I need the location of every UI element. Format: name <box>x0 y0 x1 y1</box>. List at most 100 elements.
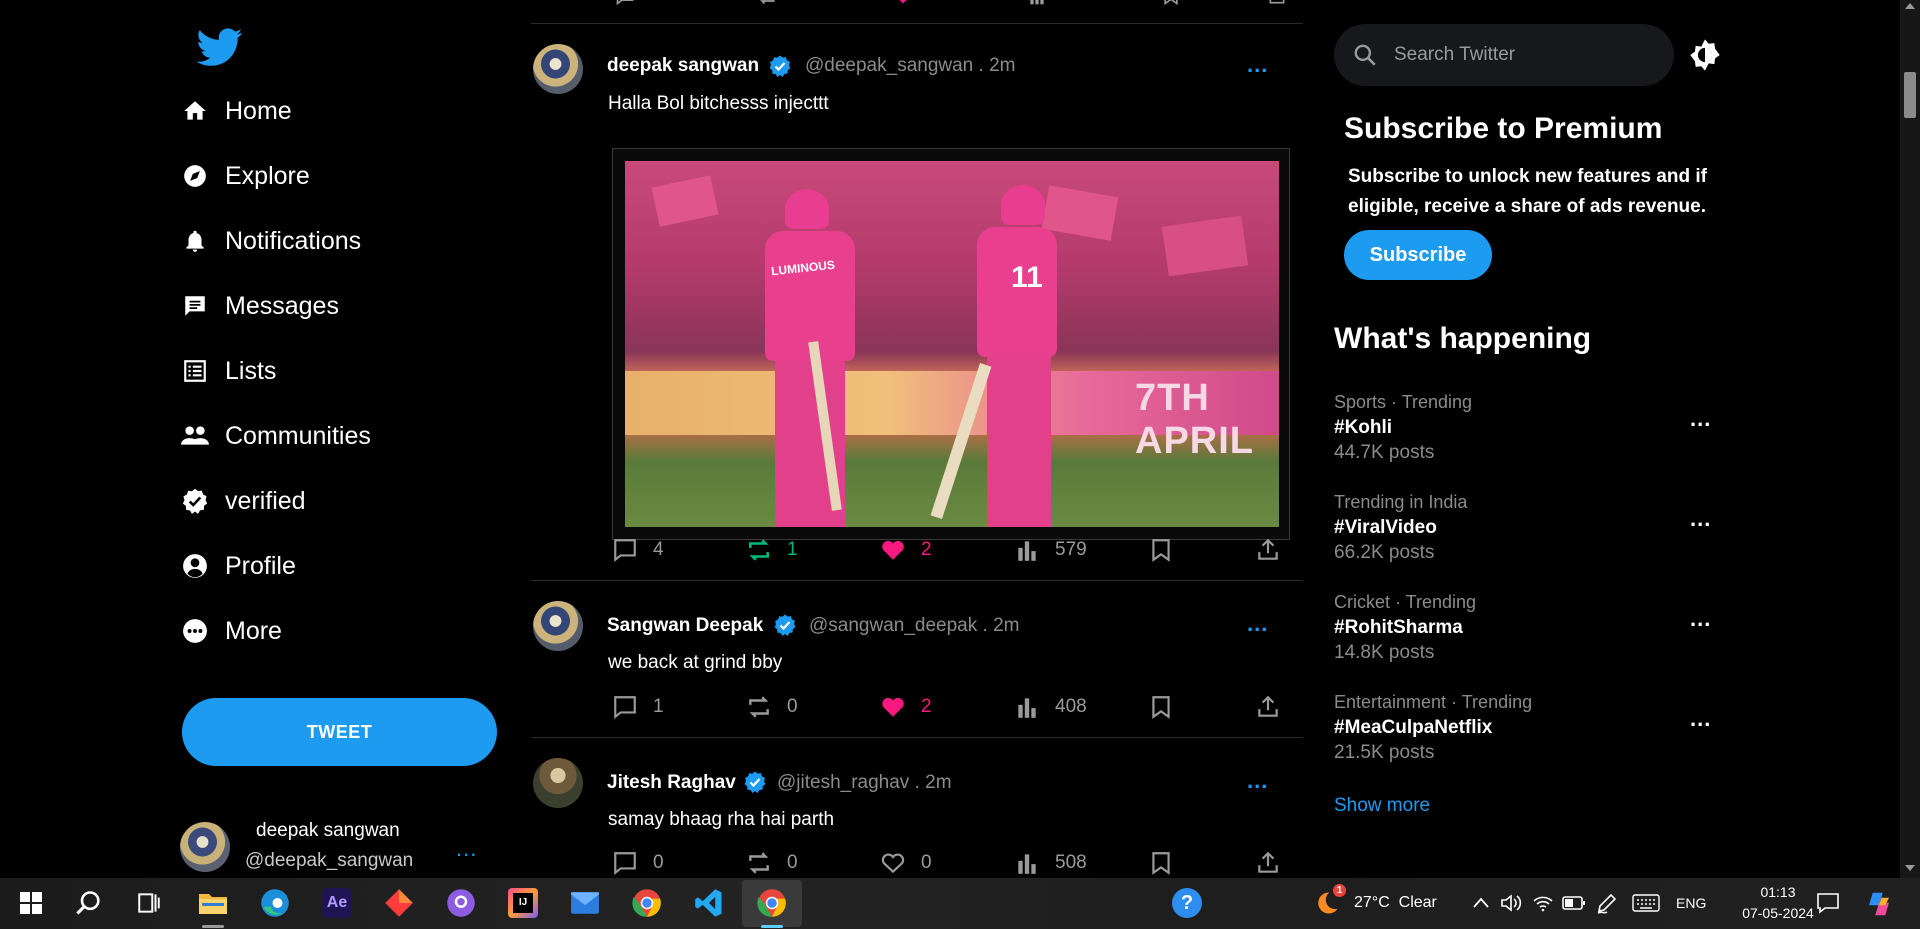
nav-verified-label: verified <box>225 486 306 515</box>
share-action[interactable] <box>1254 536 1282 564</box>
views-action[interactable]: 408 <box>1013 693 1087 721</box>
mail-icon[interactable] <box>570 888 600 918</box>
nav-communities-label: Communities <box>225 421 371 450</box>
tweet-avatar[interactable] <box>533 44 583 94</box>
jersey-text: LUMINOUS <box>770 257 836 279</box>
account-more-button[interactable]: ... <box>456 836 477 862</box>
bookmark-action[interactable] <box>1147 849 1175 877</box>
tweet-author-name[interactable]: Sangwan Deepak <box>607 615 763 637</box>
tweet-2[interactable]: Sangwan Deepak @sangwan_deepak . 2m ... … <box>531 581 1303 737</box>
account-avatar[interactable] <box>180 822 230 872</box>
nav-home[interactable]: Home <box>180 87 292 135</box>
speaker-icon[interactable] <box>1500 893 1522 913</box>
nav-profile[interactable]: Profile <box>180 542 296 590</box>
nav-verified[interactable]: verified <box>180 477 306 525</box>
like-action[interactable]: 0 <box>879 849 932 877</box>
task-view-icon[interactable] <box>134 888 164 918</box>
file-explorer-icon[interactable] <box>198 888 228 918</box>
views-icon <box>1018 698 1036 718</box>
trend-item[interactable]: Sports · Trending #Kohli 44.7K posts ... <box>1334 392 1744 482</box>
notification-center-icon[interactable] <box>1816 892 1840 914</box>
tweet-media[interactable]: 7TH APRIL LUMINOUS 11 <box>612 148 1290 540</box>
tweet-author-name[interactable]: deepak sangwan <box>607 55 759 77</box>
retweet-action[interactable]: 0 <box>745 693 798 721</box>
retweet-action[interactable]: 1 <box>745 536 798 564</box>
weather-text[interactable]: 27°C Clear <box>1354 894 1437 912</box>
app-red-icon[interactable] <box>384 888 414 918</box>
wifi-icon[interactable] <box>1532 893 1554 913</box>
views-action[interactable]: 579 <box>1013 536 1087 564</box>
trend-more-button[interactable]: ... <box>1690 506 1711 532</box>
flag-shape <box>651 175 719 227</box>
reply-icon <box>614 539 636 563</box>
help-label: ? <box>1180 891 1194 914</box>
nav-lists[interactable]: Lists <box>180 347 276 395</box>
pen-icon[interactable] <box>1596 892 1618 914</box>
tweet-button[interactable]: TWEET <box>182 698 497 766</box>
nav-notifications[interactable]: Notifications <box>180 217 361 265</box>
nav-more[interactable]: More <box>180 607 282 655</box>
search-icon[interactable] <box>74 888 104 918</box>
page-scrollbar[interactable] <box>1900 0 1920 878</box>
trend-more-button[interactable]: ... <box>1690 606 1711 632</box>
nav-explore[interactable]: Explore <box>180 152 310 200</box>
chevron-up-icon[interactable] <box>1472 896 1490 910</box>
github-icon[interactable] <box>446 888 476 918</box>
tweet-avatar[interactable] <box>533 758 583 808</box>
vscode-icon[interactable] <box>694 888 724 918</box>
share-action[interactable] <box>1254 693 1282 721</box>
tweet-1[interactable]: deepak sangwan @deepak_sangwan . 2m ... … <box>531 24 1303 580</box>
scroll-up-arrow-icon[interactable] <box>1905 3 1915 9</box>
trend-item[interactable]: Cricket · Trending #RohitSharma 14.8K po… <box>1334 592 1744 682</box>
tweet-3[interactable]: Jitesh Raghav @jitesh_raghav . 2m ... sa… <box>531 738 1303 878</box>
bookmark-action[interactable] <box>1147 536 1175 564</box>
tweet-handle[interactable]: @jitesh_raghav . 2m <box>777 772 952 794</box>
after-effects-icon[interactable]: Ae <box>322 888 352 918</box>
tweet-photo[interactable]: 7TH APRIL LUMINOUS 11 <box>625 161 1279 527</box>
trend-item[interactable]: Trending in India #ViralVideo 66.2K post… <box>1334 492 1744 582</box>
search-box[interactable] <box>1334 24 1674 86</box>
edge-icon[interactable] <box>260 888 290 918</box>
tweet-avatar[interactable] <box>533 601 583 651</box>
trend-item[interactable]: Entertainment · Trending #MeaCulpaNetfli… <box>1334 692 1744 782</box>
tweet-more-button[interactable]: ... <box>1247 611 1268 637</box>
tweet-more-button[interactable]: ... <box>1247 52 1268 78</box>
tweet-author-name[interactable]: Jitesh Raghav <box>607 772 736 794</box>
trend-more-button[interactable]: ... <box>1690 406 1711 432</box>
scroll-down-arrow-icon[interactable] <box>1905 865 1915 871</box>
theme-toggle-icon[interactable] <box>1688 38 1722 72</box>
views-action[interactable]: 508 <box>1013 849 1087 877</box>
scrollbar-thumb[interactable] <box>1904 72 1916 118</box>
tweet-handle[interactable]: @sangwan_deepak . 2m <box>809 615 1019 637</box>
intellij-icon[interactable]: IJ <box>508 888 538 918</box>
tweet-handle[interactable]: @deepak_sangwan . 2m <box>805 55 1015 77</box>
share-action[interactable] <box>1254 849 1282 877</box>
copilot-icon[interactable] <box>1864 889 1894 919</box>
subscribe-button[interactable]: Subscribe <box>1344 230 1492 280</box>
tweet-more-button[interactable]: ... <box>1247 768 1268 794</box>
reply-action[interactable]: 4 <box>611 536 664 564</box>
trend-more-button[interactable]: ... <box>1690 706 1711 732</box>
language-indicator[interactable]: ENG <box>1676 895 1706 911</box>
list-icon <box>180 356 210 386</box>
chrome-active-icon[interactable] <box>757 888 787 918</box>
nav-communities[interactable]: Communities <box>180 412 371 460</box>
bookmark-action[interactable] <box>1147 693 1175 721</box>
keyboard-icon[interactable] <box>1632 894 1660 912</box>
reply-icon <box>614 696 636 720</box>
chrome-icon[interactable] <box>632 888 662 918</box>
clock-time[interactable]: 01:13 <box>1738 884 1818 900</box>
like-action[interactable]: 2 <box>879 536 932 564</box>
search-input[interactable] <box>1394 44 1654 66</box>
retweet-action[interactable]: 0 <box>745 849 798 877</box>
twitter-logo-icon[interactable] <box>192 24 248 70</box>
show-more-link[interactable]: Show more <box>1334 795 1430 817</box>
start-icon[interactable] <box>16 888 46 918</box>
battery-icon[interactable] <box>1562 894 1586 912</box>
reply-action[interactable]: 0 <box>611 849 664 877</box>
help-icon[interactable]: ? <box>1172 888 1202 918</box>
like-count: 2 <box>921 696 932 717</box>
nav-messages[interactable]: Messages <box>180 282 339 330</box>
reply-action[interactable]: 1 <box>611 693 664 721</box>
like-action[interactable]: 2 <box>879 693 932 721</box>
